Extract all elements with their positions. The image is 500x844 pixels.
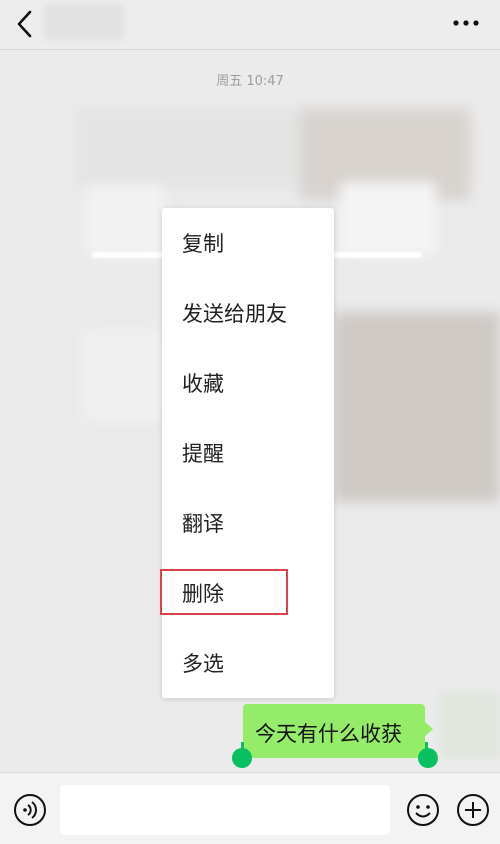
voice-button[interactable] [13,793,47,827]
menu-item-label: 收藏 [182,372,224,396]
menu-item-label: 复制 [182,232,224,256]
selection-handle-right[interactable] [418,748,438,768]
back-button[interactable] [10,6,40,42]
blurred-message [86,185,164,255]
blurred-message [84,330,164,420]
menu-item-label: 提醒 [182,442,224,466]
blurred-message [340,182,436,254]
menu-item-translate[interactable]: 翻译 [162,494,334,550]
plus-button[interactable] [456,793,490,827]
selected-message-bubble[interactable]: 今天有什么收获 [243,704,425,758]
menu-item-forward[interactable]: 发送给朋友 [162,284,334,340]
menu-item-remind[interactable]: 提醒 [162,424,334,480]
message-timestamp: 周五 10:47 [216,74,284,89]
menu-item-label: 多选 [182,652,224,676]
menu-item-multiselect[interactable]: 多选 [162,634,334,690]
avatar[interactable] [440,692,500,758]
chat-title [44,4,124,40]
emoji-button[interactable] [406,793,440,827]
chevron-left-icon [17,10,32,38]
more-button[interactable] [446,8,486,38]
menu-item-label: 发送给朋友 [182,302,287,326]
plus-icon [457,794,489,826]
input-bar [0,772,500,844]
menu-item-copy[interactable]: 复制 [162,214,334,270]
delete-highlight-box [160,569,288,615]
bubble-tail [425,722,433,736]
selection-handle-left[interactable] [232,748,252,768]
menu-item-favorite[interactable]: 收藏 [162,354,334,410]
message-input[interactable] [60,785,390,835]
chat-header [0,0,500,50]
voice-icon [14,794,46,826]
more-dots-icon [453,20,479,26]
message-context-menu: 复制 发送给朋友 收藏 提醒 翻译 删除 多选 [162,208,334,698]
menu-item-label: 翻译 [182,512,224,536]
message-text: 今天有什么收获 [255,722,402,746]
blurred-message [334,312,500,502]
emoji-icon [407,794,439,826]
